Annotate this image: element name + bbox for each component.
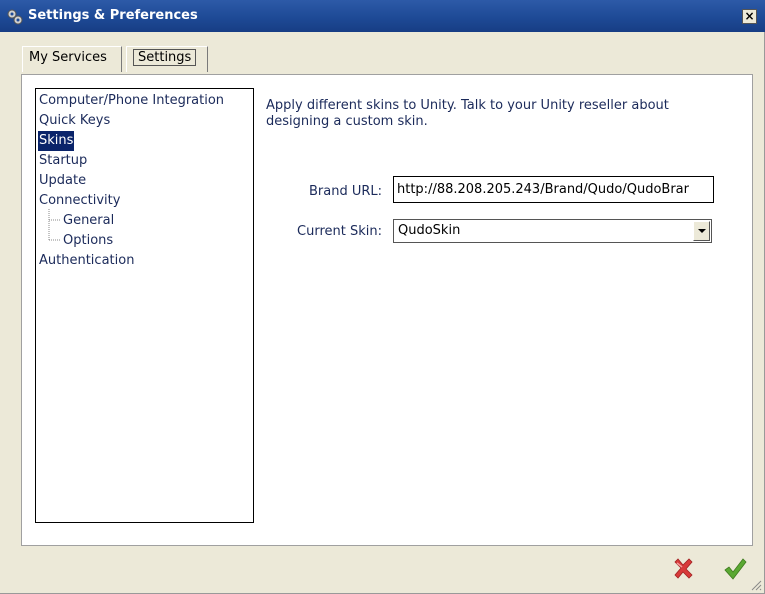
tree-item-connectivity[interactable]: Connectivity — [38, 191, 121, 211]
tab-settings[interactable]: Settings — [126, 46, 208, 72]
resize-grip-icon[interactable] — [750, 579, 762, 591]
brand-url-input[interactable] — [393, 176, 714, 203]
tree-item-authentication[interactable]: Authentication — [38, 251, 135, 271]
gear-icon — [7, 9, 23, 25]
dropdown-button[interactable] — [693, 221, 710, 241]
tree-item-update[interactable]: Update — [38, 171, 87, 191]
settings-tree[interactable]: Computer/Phone Integration Quick Keys Sk… — [35, 88, 254, 523]
ok-check-icon[interactable] — [722, 556, 748, 582]
tree-item-computer-phone-integration[interactable]: Computer/Phone Integration — [38, 91, 225, 111]
tree-item-startup[interactable]: Startup — [38, 151, 88, 171]
tab-label: My Services — [29, 50, 107, 65]
tab-my-services[interactable]: My Services — [22, 46, 122, 72]
close-button[interactable]: × — [742, 9, 757, 24]
chevron-down-icon — [698, 229, 706, 233]
tree-item-quick-keys[interactable]: Quick Keys — [38, 111, 111, 131]
settings-window: Settings & Preferences × My Services Set… — [0, 0, 765, 594]
title-bar[interactable]: Settings & Preferences × — [0, 0, 765, 32]
tree-item-general[interactable]: General — [62, 211, 115, 231]
current-skin-value: QudoSkin — [398, 223, 461, 238]
cancel-x-icon[interactable] — [670, 556, 696, 582]
brand-url-label: Brand URL: — [308, 184, 382, 199]
window-title: Settings & Preferences — [28, 8, 198, 23]
current-skin-label: Current Skin: — [297, 224, 382, 239]
skins-description: Apply different skins to Unity. Talk to … — [266, 98, 669, 129]
tree-item-skins[interactable]: Skins — [38, 131, 75, 151]
tree-item-options[interactable]: Options — [62, 231, 114, 251]
tab-label: Settings — [133, 49, 197, 66]
current-skin-select[interactable]: QudoSkin — [393, 219, 712, 243]
tree-connector-lines — [48, 209, 60, 241]
